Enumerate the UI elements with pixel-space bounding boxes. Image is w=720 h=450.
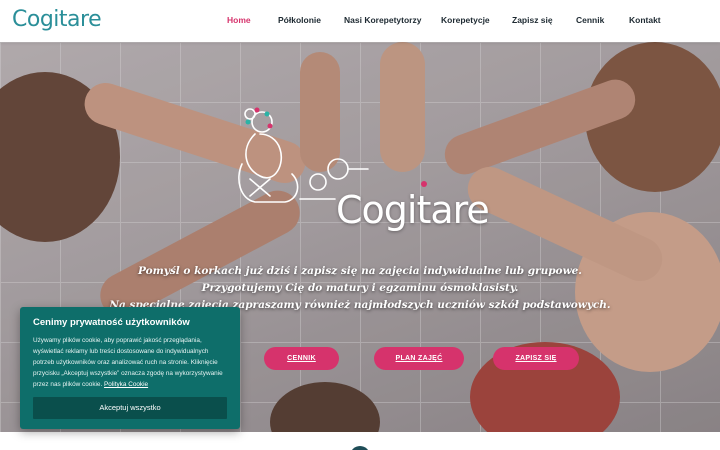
cookie-policy-link[interactable]: Polityka Cookie (104, 381, 148, 388)
nav-nasi-korepetytorzy[interactable]: Nasi Korepetytorzy (344, 15, 421, 25)
plan-zajec-button[interactable]: PLAN ZAJĘĆ (374, 347, 464, 370)
nav-home[interactable]: Home (227, 15, 251, 25)
hero-line-1: Pomyśl o korkach już dziś i zapisz się n… (138, 265, 582, 277)
nav-cennik[interactable]: Cennik (576, 15, 604, 25)
nav-polkolonie[interactable]: Półkolonie (278, 15, 321, 25)
site-logo[interactable]: Cogitare (12, 7, 102, 32)
nav-zapisz-sie[interactable]: Zapisz się (512, 15, 553, 25)
cookie-consent-banner: Cenimy prywatność użytkowników Używamy p… (20, 307, 240, 429)
zapisz-sie-button[interactable]: ZAPISZ SIĘ (493, 347, 579, 370)
accept-all-button[interactable]: Akceptuj wszystko (33, 397, 227, 419)
hero-line-2: Przygotujemy Cię do matury i egzaminu ós… (201, 282, 519, 294)
nav-kontakt[interactable]: Kontakt (629, 15, 661, 25)
nav-korepetycje[interactable]: Korepetycje (441, 15, 490, 25)
hero-brand-name: Cogitare (336, 188, 490, 232)
site-header: Cogitare Home Półkolonie Nasi Korepetyto… (0, 0, 720, 42)
cookie-title: Cenimy prywatność użytkowników (33, 317, 190, 328)
cookie-description: Używamy plików cookie, aby poprawić jako… (33, 335, 227, 390)
cennik-button[interactable]: CENNIK (264, 347, 339, 370)
logo-text: Cogitare (12, 7, 102, 32)
